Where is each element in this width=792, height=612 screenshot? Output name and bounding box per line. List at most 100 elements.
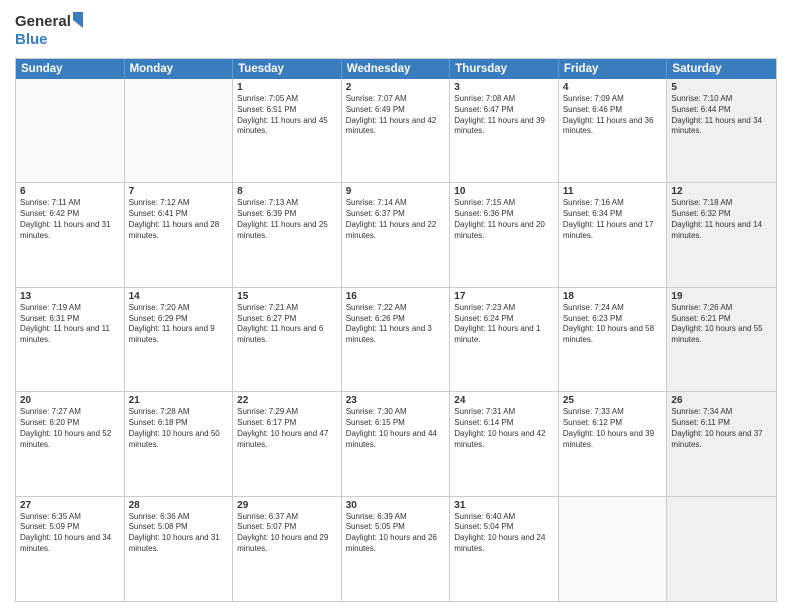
calendar-cell-0-6: 5Sunrise: 7:10 AMSunset: 6:44 PMDaylight…: [667, 79, 776, 182]
day-number-17: 17: [454, 291, 554, 302]
day-info-18: Sunrise: 7:24 AMSunset: 6:23 PMDaylight:…: [563, 303, 663, 346]
day-info-19: Sunrise: 7:26 AMSunset: 6:21 PMDaylight:…: [671, 303, 772, 346]
day-number-9: 9: [346, 186, 446, 197]
header-wednesday: Wednesday: [342, 59, 451, 79]
day-number-27: 27: [20, 500, 120, 511]
day-number-20: 20: [20, 395, 120, 406]
logo-svg: General Blue: [15, 10, 85, 52]
svg-text:General: General: [15, 13, 71, 30]
day-info-30: Sunrise: 6:39 AMSunset: 5:05 PMDaylight:…: [346, 512, 446, 555]
calendar-cell-1-0: 6Sunrise: 7:11 AMSunset: 6:42 PMDaylight…: [16, 183, 125, 286]
calendar-cell-3-6: 26Sunrise: 7:34 AMSunset: 6:11 PMDayligh…: [667, 392, 776, 495]
calendar-cell-1-2: 8Sunrise: 7:13 AMSunset: 6:39 PMDaylight…: [233, 183, 342, 286]
day-number-7: 7: [129, 186, 229, 197]
day-info-20: Sunrise: 7:27 AMSunset: 6:20 PMDaylight:…: [20, 407, 120, 450]
calendar-cell-1-6: 12Sunrise: 7:18 AMSunset: 6:32 PMDayligh…: [667, 183, 776, 286]
calendar-cell-0-1: [125, 79, 234, 182]
day-number-30: 30: [346, 500, 446, 511]
calendar-row-4: 27Sunrise: 6:35 AMSunset: 5:09 PMDayligh…: [16, 497, 776, 601]
calendar: SundayMondayTuesdayWednesdayThursdayFrid…: [15, 58, 777, 602]
calendar-cell-2-5: 18Sunrise: 7:24 AMSunset: 6:23 PMDayligh…: [559, 288, 668, 391]
calendar-cell-1-4: 10Sunrise: 7:15 AMSunset: 6:36 PMDayligh…: [450, 183, 559, 286]
calendar-cell-2-0: 13Sunrise: 7:19 AMSunset: 6:31 PMDayligh…: [16, 288, 125, 391]
calendar-cell-3-3: 23Sunrise: 7:30 AMSunset: 6:15 PMDayligh…: [342, 392, 451, 495]
calendar-cell-3-1: 21Sunrise: 7:28 AMSunset: 6:18 PMDayligh…: [125, 392, 234, 495]
day-info-7: Sunrise: 7:12 AMSunset: 6:41 PMDaylight:…: [129, 198, 229, 241]
header-monday: Monday: [125, 59, 234, 79]
calendar-cell-2-2: 15Sunrise: 7:21 AMSunset: 6:27 PMDayligh…: [233, 288, 342, 391]
calendar-cell-2-4: 17Sunrise: 7:23 AMSunset: 6:24 PMDayligh…: [450, 288, 559, 391]
day-number-12: 12: [671, 186, 772, 197]
calendar-cell-2-6: 19Sunrise: 7:26 AMSunset: 6:21 PMDayligh…: [667, 288, 776, 391]
calendar-row-1: 6Sunrise: 7:11 AMSunset: 6:42 PMDaylight…: [16, 183, 776, 287]
day-info-16: Sunrise: 7:22 AMSunset: 6:26 PMDaylight:…: [346, 303, 446, 346]
day-info-23: Sunrise: 7:30 AMSunset: 6:15 PMDaylight:…: [346, 407, 446, 450]
day-number-6: 6: [20, 186, 120, 197]
day-number-28: 28: [129, 500, 229, 511]
day-number-29: 29: [237, 500, 337, 511]
calendar-cell-3-4: 24Sunrise: 7:31 AMSunset: 6:14 PMDayligh…: [450, 392, 559, 495]
day-info-17: Sunrise: 7:23 AMSunset: 6:24 PMDaylight:…: [454, 303, 554, 346]
day-info-9: Sunrise: 7:14 AMSunset: 6:37 PMDaylight:…: [346, 198, 446, 241]
day-number-5: 5: [671, 82, 772, 93]
day-number-31: 31: [454, 500, 554, 511]
day-info-26: Sunrise: 7:34 AMSunset: 6:11 PMDaylight:…: [671, 407, 772, 450]
calendar-cell-0-5: 4Sunrise: 7:09 AMSunset: 6:46 PMDaylight…: [559, 79, 668, 182]
day-number-26: 26: [671, 395, 772, 406]
header-saturday: Saturday: [667, 59, 776, 79]
calendar-cell-4-2: 29Sunrise: 6:37 AMSunset: 5:07 PMDayligh…: [233, 497, 342, 601]
calendar-row-2: 13Sunrise: 7:19 AMSunset: 6:31 PMDayligh…: [16, 288, 776, 392]
calendar-cell-2-3: 16Sunrise: 7:22 AMSunset: 6:26 PMDayligh…: [342, 288, 451, 391]
day-info-4: Sunrise: 7:09 AMSunset: 6:46 PMDaylight:…: [563, 94, 663, 137]
day-info-14: Sunrise: 7:20 AMSunset: 6:29 PMDaylight:…: [129, 303, 229, 346]
day-number-18: 18: [563, 291, 663, 302]
calendar-cell-1-5: 11Sunrise: 7:16 AMSunset: 6:34 PMDayligh…: [559, 183, 668, 286]
header-thursday: Thursday: [450, 59, 559, 79]
day-info-22: Sunrise: 7:29 AMSunset: 6:17 PMDaylight:…: [237, 407, 337, 450]
day-number-13: 13: [20, 291, 120, 302]
day-info-11: Sunrise: 7:16 AMSunset: 6:34 PMDaylight:…: [563, 198, 663, 241]
day-info-1: Sunrise: 7:05 AMSunset: 6:51 PMDaylight:…: [237, 94, 337, 137]
header-sunday: Sunday: [16, 59, 125, 79]
day-info-10: Sunrise: 7:15 AMSunset: 6:36 PMDaylight:…: [454, 198, 554, 241]
day-number-4: 4: [563, 82, 663, 93]
day-info-27: Sunrise: 6:35 AMSunset: 5:09 PMDaylight:…: [20, 512, 120, 555]
calendar-cell-0-4: 3Sunrise: 7:08 AMSunset: 6:47 PMDaylight…: [450, 79, 559, 182]
day-info-24: Sunrise: 7:31 AMSunset: 6:14 PMDaylight:…: [454, 407, 554, 450]
day-number-19: 19: [671, 291, 772, 302]
day-number-23: 23: [346, 395, 446, 406]
calendar-cell-4-4: 31Sunrise: 6:40 AMSunset: 5:04 PMDayligh…: [450, 497, 559, 601]
day-info-3: Sunrise: 7:08 AMSunset: 6:47 PMDaylight:…: [454, 94, 554, 137]
day-info-15: Sunrise: 7:21 AMSunset: 6:27 PMDaylight:…: [237, 303, 337, 346]
day-number-1: 1: [237, 82, 337, 93]
day-info-31: Sunrise: 6:40 AMSunset: 5:04 PMDaylight:…: [454, 512, 554, 555]
day-number-2: 2: [346, 82, 446, 93]
calendar-row-0: 1Sunrise: 7:05 AMSunset: 6:51 PMDaylight…: [16, 79, 776, 183]
day-number-10: 10: [454, 186, 554, 197]
header-tuesday: Tuesday: [233, 59, 342, 79]
day-number-15: 15: [237, 291, 337, 302]
calendar-cell-4-6: [667, 497, 776, 601]
header: General Blue: [15, 10, 777, 52]
day-number-16: 16: [346, 291, 446, 302]
day-info-2: Sunrise: 7:07 AMSunset: 6:49 PMDaylight:…: [346, 94, 446, 137]
day-info-13: Sunrise: 7:19 AMSunset: 6:31 PMDaylight:…: [20, 303, 120, 346]
header-friday: Friday: [559, 59, 668, 79]
day-info-21: Sunrise: 7:28 AMSunset: 6:18 PMDaylight:…: [129, 407, 229, 450]
calendar-cell-0-0: [16, 79, 125, 182]
calendar-cell-0-2: 1Sunrise: 7:05 AMSunset: 6:51 PMDaylight…: [233, 79, 342, 182]
calendar-cell-3-2: 22Sunrise: 7:29 AMSunset: 6:17 PMDayligh…: [233, 392, 342, 495]
day-number-22: 22: [237, 395, 337, 406]
day-number-25: 25: [563, 395, 663, 406]
calendar-cell-3-0: 20Sunrise: 7:27 AMSunset: 6:20 PMDayligh…: [16, 392, 125, 495]
day-number-14: 14: [129, 291, 229, 302]
day-info-29: Sunrise: 6:37 AMSunset: 5:07 PMDaylight:…: [237, 512, 337, 555]
logo: General Blue: [15, 10, 85, 52]
calendar-cell-2-1: 14Sunrise: 7:20 AMSunset: 6:29 PMDayligh…: [125, 288, 234, 391]
page: General Blue SundayMondayTuesdayWednesda…: [0, 0, 792, 612]
day-info-6: Sunrise: 7:11 AMSunset: 6:42 PMDaylight:…: [20, 198, 120, 241]
calendar-cell-1-1: 7Sunrise: 7:12 AMSunset: 6:41 PMDaylight…: [125, 183, 234, 286]
day-number-21: 21: [129, 395, 229, 406]
day-number-8: 8: [237, 186, 337, 197]
day-number-3: 3: [454, 82, 554, 93]
